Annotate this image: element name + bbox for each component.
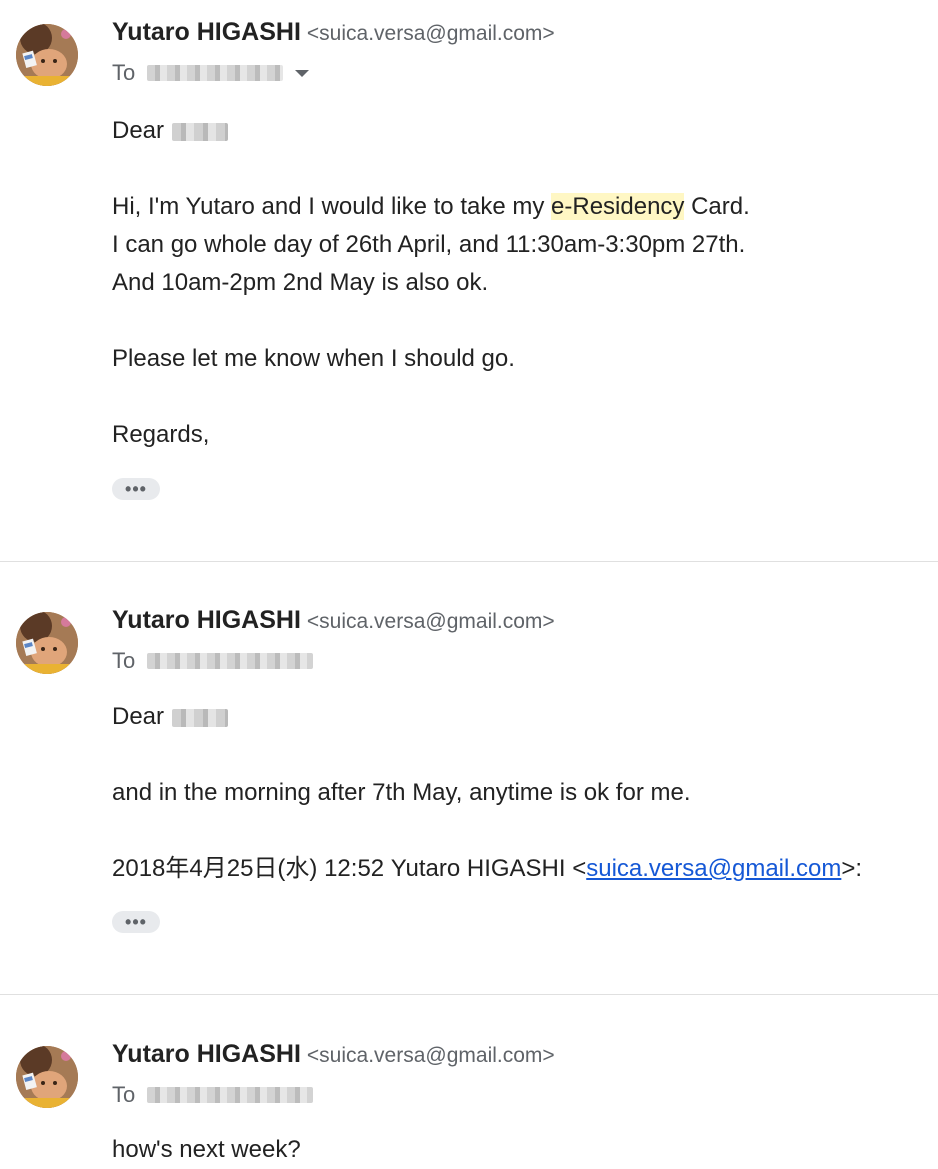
chevron-down-icon[interactable] [295,69,310,77]
body-line: I can go whole day of 26th April, and 11… [112,231,746,258]
quote-header-text: >: [841,855,863,882]
recipient-redacted [147,653,314,669]
to-label: To [112,60,136,85]
message-body: Dear Hi, I'm Yutaro and I would like to … [112,112,750,454]
recipient-line[interactable]: To [112,60,310,86]
sender-avatar[interactable] [16,612,78,674]
body-text: Hi, I'm Yutaro and I would like to take … [112,193,552,220]
to-label: To [112,1082,136,1107]
recipient-redacted [147,65,284,81]
sender-line: Yutaro HIGASHI <suica.versa@gmail.com> [112,1040,555,1069]
email-link[interactable]: suica.versa@gmail.com [586,855,841,882]
sender-avatar[interactable] [16,1046,78,1108]
sender-name: Yutaro HIGASHI [112,1040,301,1068]
sender-email: <suica.versa@gmail.com> [306,22,555,45]
greeting-line: Dear [112,112,750,150]
show-trimmed-content-button[interactable]: ••• [112,911,160,933]
avatar-photo [16,612,78,674]
signoff-line: Regards, [112,421,210,448]
greeting-line: Dear [112,698,862,736]
message-body: how's next week? [112,1131,301,1169]
sender-line: Yutaro HIGASHI <suica.versa@gmail.com> [112,18,555,47]
body-text: Card. [684,193,750,220]
sender-name: Yutaro HIGASHI [112,606,301,634]
sender-line: Yutaro HIGASHI <suica.versa@gmail.com> [112,606,555,635]
quote-header-text: 2018年4月25日(水) 12:52 Yutaro HIGASHI < [112,855,587,882]
body-line: and in the morning after 7th May, anytim… [112,779,691,806]
sender-avatar[interactable] [16,24,78,86]
highlighted-term: e-Residency [551,193,685,220]
body-line: Hi, I'm Yutaro and I would like to take … [112,188,750,226]
recipient-name-redacted [172,708,229,727]
recipient-redacted [147,1087,314,1103]
body-line: how's next week? [112,1136,301,1163]
quote-header-line: 2018年4月25日(水) 12:52 Yutaro HIGASHI <suic… [112,850,862,888]
show-trimmed-content-button[interactable]: ••• [112,478,160,500]
sender-email: <suica.versa@gmail.com> [306,610,555,633]
recipient-line[interactable]: To [112,648,314,674]
avatar-photo [16,24,78,86]
avatar-photo [16,1046,78,1108]
message-divider [0,561,938,562]
to-label: To [112,648,136,673]
body-line: And 10am-2pm 2nd May is also ok. [112,269,489,296]
greeting: Dear [112,117,165,144]
body-line: Please let me know when I should go. [112,345,515,372]
recipient-line[interactable]: To [112,1082,314,1108]
sender-email: <suica.versa@gmail.com> [306,1044,555,1067]
greeting: Dear [112,703,165,730]
sender-name: Yutaro HIGASHI [112,18,301,46]
message-divider [0,994,938,995]
recipient-name-redacted [172,122,229,141]
message-body: Dear and in the morning after 7th May, a… [112,698,862,888]
